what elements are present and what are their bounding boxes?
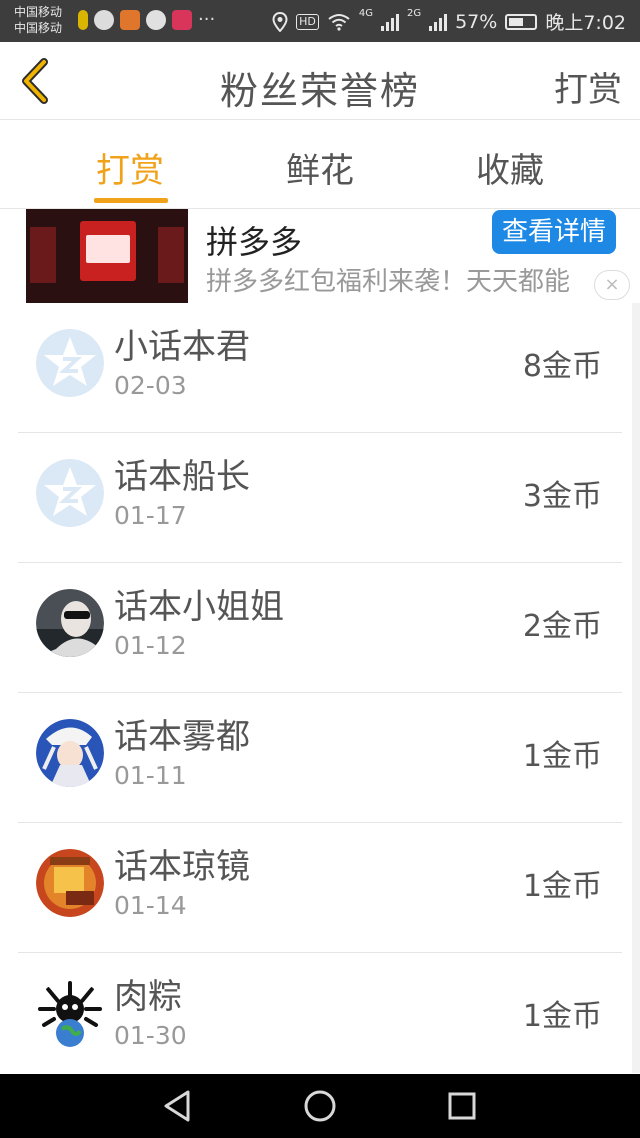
avatar	[36, 849, 104, 917]
supporter-name: 小话本君	[114, 327, 250, 367]
location-icon	[272, 11, 288, 32]
network-type-1: 4G	[358, 8, 373, 19]
supporter-name: 话本小姐姐	[114, 587, 284, 627]
coin-amount: 8金币	[522, 349, 602, 384]
title-bar: 粉丝荣誉榜 打赏	[0, 42, 640, 120]
photo-avatar-icon	[36, 849, 104, 917]
default-star-avatar-icon	[36, 329, 104, 397]
list-item[interactable]: 话本雾都 01-11 1金币	[0, 693, 640, 823]
avatar	[36, 459, 104, 527]
supporter-date: 01-11	[114, 761, 187, 790]
ad-thumb-side-right	[158, 227, 184, 283]
supporter-date: 01-14	[114, 891, 187, 920]
video-app-icon	[120, 10, 140, 30]
signal-1-icon	[380, 13, 399, 31]
coin-amount: 2金币	[522, 609, 602, 644]
list-item[interactable]: 肉粽 01-30 1金币	[0, 953, 640, 1083]
ad-view-details-button[interactable]: 查看详情	[492, 210, 616, 254]
tab-reward[interactable]: 打赏	[60, 143, 200, 192]
ad-thumb-side-left	[30, 227, 56, 283]
avatar	[36, 719, 104, 787]
ad-thumbnail	[26, 209, 188, 303]
list-item[interactable]: 小话本君 02-03 8金币	[0, 303, 640, 433]
carrier-1: 中国移动	[14, 5, 63, 19]
wechat-icon	[94, 10, 114, 30]
heart-app-icon	[172, 10, 192, 30]
avatar	[36, 329, 104, 397]
supporter-name: 话本琼镜	[114, 847, 250, 887]
photo-avatar-icon	[36, 979, 104, 1047]
signal-2-icon	[429, 13, 448, 31]
avatar	[36, 589, 104, 657]
tab-flowers[interactable]: 鲜花	[250, 143, 390, 192]
active-tab-indicator	[94, 198, 168, 203]
photo-avatar-icon	[36, 589, 104, 657]
more-notifications-icon: ···	[198, 9, 216, 30]
carrier-2: 中国移动	[14, 21, 63, 35]
supporter-list: 小话本君 02-03 8金币 话本船长 01-17 3金币 话本小姐姐 01-1…	[0, 303, 640, 1083]
coin-amount: 3金币	[522, 479, 602, 514]
scrollbar[interactable]	[632, 303, 640, 1073]
hd-badge: HD	[296, 13, 319, 30]
coin-amount: 1金币	[522, 869, 602, 904]
list-item[interactable]: 话本船长 01-17 3金币	[0, 433, 640, 563]
nav-back-button[interactable]	[160, 1088, 196, 1124]
nav-home-button[interactable]	[302, 1088, 338, 1124]
ad-title: 拼多多	[206, 223, 303, 261]
default-star-avatar-icon	[36, 459, 104, 527]
clock: 晚上7:02	[545, 12, 626, 34]
page-title: 粉丝荣誉榜	[219, 69, 420, 113]
avatar	[36, 979, 104, 1047]
supporter-date: 01-30	[114, 1021, 187, 1050]
tab-bar: 打赏 鲜花 收藏	[0, 121, 640, 209]
tab-favorites[interactable]: 收藏	[440, 143, 580, 192]
photo-avatar-icon	[36, 719, 104, 787]
supporter-date: 02-03	[114, 371, 187, 400]
reward-button[interactable]: 打赏	[554, 62, 622, 111]
list-item[interactable]: 话本琼镜 01-14 1金币	[0, 823, 640, 953]
system-indicators: HD 4G 2G 57% 晚上7:02	[272, 8, 626, 35]
supporter-date: 01-12	[114, 631, 187, 660]
coin-amount: 1金币	[522, 999, 602, 1034]
system-nav-bar	[0, 1074, 640, 1138]
bulb-icon	[78, 10, 88, 30]
ad-thumb-card-inner	[86, 235, 130, 263]
circle-home-icon	[304, 1090, 336, 1122]
supporter-name: 话本雾都	[114, 717, 250, 757]
coin-amount: 1金币	[522, 739, 602, 774]
network-type-2: 2G	[406, 8, 422, 19]
status-bar: 中国移动 中国移动 ··· HD 4G 2G 57% 晚上7:02	[0, 0, 640, 42]
square-recents-icon	[448, 1092, 476, 1120]
supporter-name: 肉粽	[114, 977, 182, 1017]
ad-close-button[interactable]: ×	[594, 270, 630, 300]
ad-description: 拼多多红包福利来袭！天天都能	[206, 267, 571, 297]
supporter-name: 话本船长	[114, 457, 250, 497]
list-item[interactable]: 话本小姐姐 01-12 2金币	[0, 563, 640, 693]
notification-icons: ···	[78, 10, 215, 30]
battery-percent: 57%	[455, 10, 498, 33]
wifi-icon	[328, 13, 350, 31]
message-icon	[146, 10, 166, 30]
battery-icon	[505, 13, 538, 30]
carrier-labels: 中国移动 中国移动	[14, 4, 62, 36]
triangle-back-icon	[164, 1090, 190, 1122]
supporter-date: 01-17	[114, 501, 187, 530]
nav-recents-button[interactable]	[444, 1088, 480, 1124]
